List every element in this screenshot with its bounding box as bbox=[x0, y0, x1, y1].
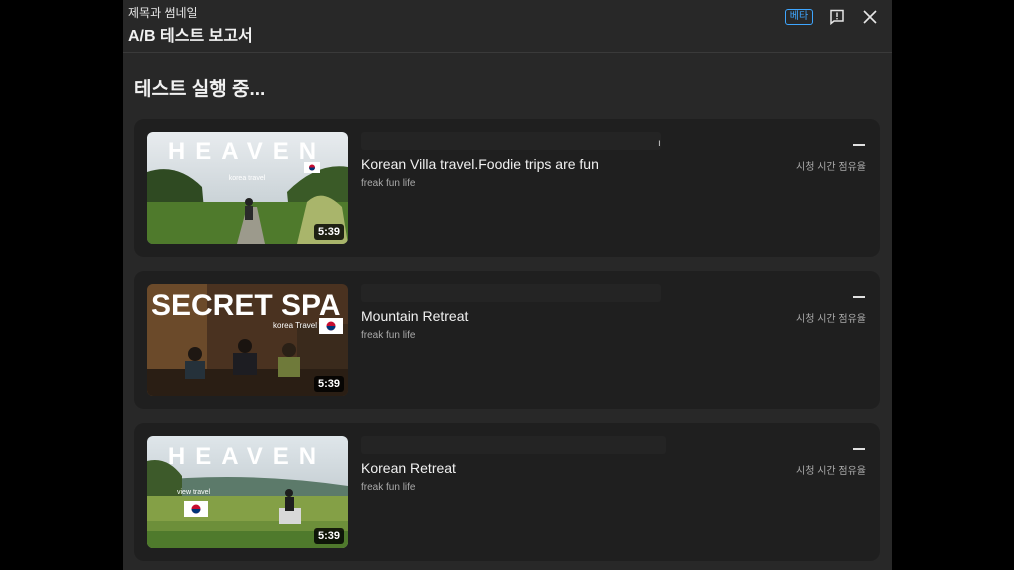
dialog-title: A/B 테스트 보고서 bbox=[128, 28, 253, 45]
variant-title: Korean Villa travel.Foodie trips are fun bbox=[361, 156, 599, 172]
close-icon bbox=[863, 10, 877, 24]
metric-label: 시청 시간 점유율 bbox=[796, 162, 866, 173]
channel-name: freak fun life bbox=[361, 178, 416, 189]
metric-empty-value bbox=[853, 448, 865, 450]
korea-flag-icon bbox=[319, 318, 343, 334]
feedback-button[interactable] bbox=[827, 7, 847, 27]
metric-label: 시청 시간 점유율 bbox=[796, 466, 866, 477]
variant-card-3[interactable]: HEAVEN view travel 5:39 Korean Retreat f… bbox=[134, 423, 880, 561]
close-button[interactable] bbox=[860, 7, 880, 27]
section-title: 테스트 실행 중... bbox=[134, 79, 266, 100]
variant-card-2[interactable]: SECRET SPA korea Travel 5:39 Mountain Re… bbox=[134, 271, 880, 409]
feedback-icon bbox=[830, 9, 844, 25]
metric-label: 시청 시간 점유율 bbox=[796, 314, 866, 325]
placeholder-bar bbox=[361, 284, 661, 302]
placeholder-bar bbox=[361, 132, 661, 150]
video-duration: 5:39 bbox=[313, 224, 344, 240]
video-duration: 5:39 bbox=[313, 528, 344, 544]
thumbnail-text: HEAVEN bbox=[168, 443, 326, 470]
dialog-header: 제목과 썸네일 A/B 테스트 보고서 베타 bbox=[123, 0, 892, 53]
thumbnail-small-text: view travel bbox=[177, 489, 211, 496]
korea-flag-icon bbox=[184, 501, 208, 517]
variant-title: Mountain Retreat bbox=[361, 308, 469, 324]
thumbnail-text: SECRET SPA bbox=[151, 289, 340, 322]
beta-badge: 베타 bbox=[785, 9, 813, 25]
tick-mark: ı bbox=[658, 138, 661, 149]
header-subtitle: 제목과 썸네일 bbox=[128, 6, 198, 20]
video-duration: 5:39 bbox=[313, 376, 344, 392]
thumbnail-small-text: korea Travel bbox=[273, 321, 317, 330]
variant-thumbnail-1: HEAVEN korea travel 5:39 bbox=[147, 132, 348, 244]
thumbnail-text: HEAVEN bbox=[168, 138, 326, 165]
korea-flag-icon bbox=[304, 162, 320, 173]
variant-title: Korean Retreat bbox=[361, 460, 456, 476]
variant-thumbnail-3: HEAVEN view travel 5:39 bbox=[147, 436, 348, 548]
placeholder-bar bbox=[361, 436, 666, 454]
channel-name: freak fun life bbox=[361, 330, 416, 341]
ab-test-report-panel: 제목과 썸네일 A/B 테스트 보고서 베타 테스트 실행 중... ı HEA… bbox=[123, 0, 892, 570]
thumbnail-small-text: korea travel bbox=[229, 175, 266, 182]
variant-card-1[interactable]: ı HEAVEN korea travel 5:39 Korean Villa … bbox=[134, 119, 880, 257]
metric-empty-value bbox=[853, 296, 865, 298]
channel-name: freak fun life bbox=[361, 482, 416, 493]
variant-thumbnail-2: SECRET SPA korea Travel 5:39 bbox=[147, 284, 348, 396]
metric-empty-value bbox=[853, 144, 865, 146]
